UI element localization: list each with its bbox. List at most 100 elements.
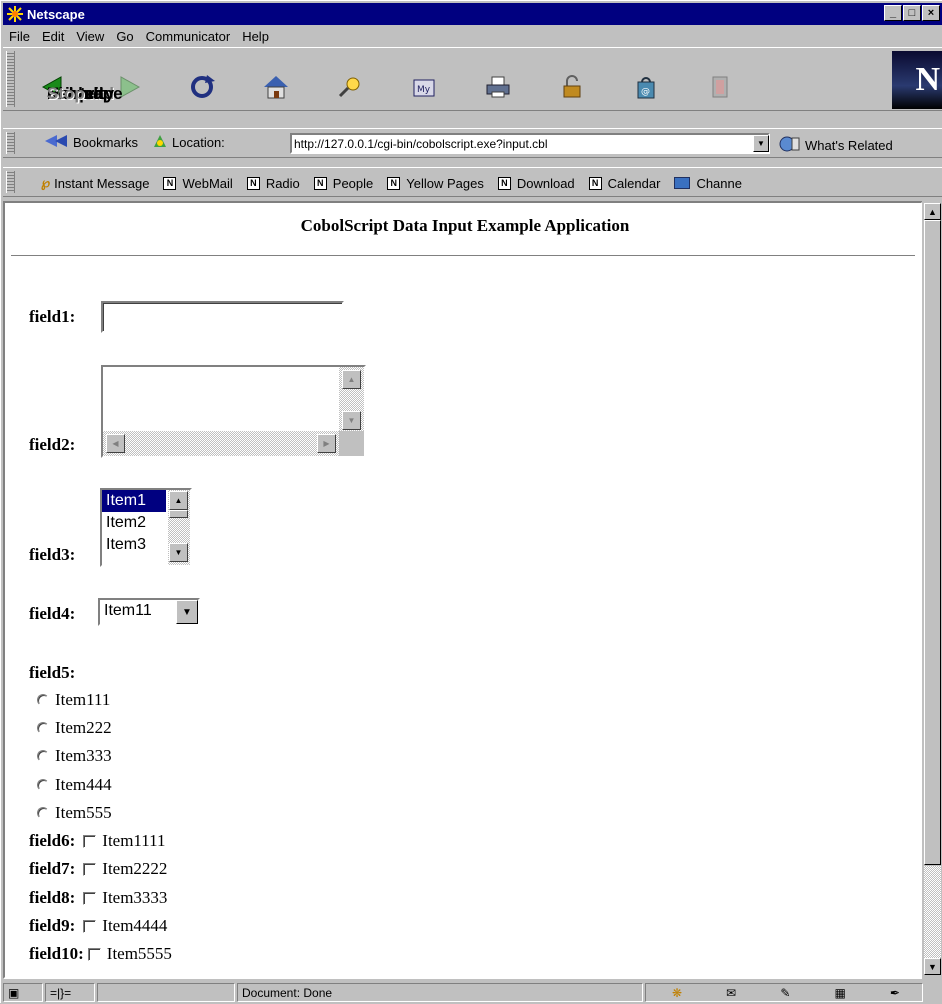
radio-label: Item333: [55, 746, 112, 765]
bookmark-page-icon: N: [387, 176, 401, 190]
channels-button[interactable]: Channe: [674, 175, 742, 191]
home-button[interactable]: Home: [47, 54, 307, 108]
field2-textarea[interactable]: ▲ ▼ ◀ ▶: [101, 365, 366, 458]
field1-label: field1:: [29, 307, 76, 326]
maximize-button[interactable]: □: [903, 5, 921, 21]
menu-file[interactable]: File: [3, 29, 36, 44]
scroll-up-icon[interactable]: ▲: [342, 370, 361, 389]
svg-text:My: My: [417, 85, 431, 95]
page-vertical-scrollbar[interactable]: ▲ ▼: [922, 201, 942, 979]
bookmark-page-icon: N: [163, 176, 177, 190]
radio-label: Item555: [55, 803, 112, 822]
field6-checkbox[interactable]: [83, 834, 97, 848]
field9-label: field9:: [29, 916, 76, 935]
url-field[interactable]: http://127.0.0.1/cgi-bin/cobolscript.exe…: [290, 133, 770, 154]
instant-message-button[interactable]: ℘ Instant Message: [41, 175, 149, 191]
field10-label: field10:: [29, 944, 84, 963]
netscape-button[interactable]: My Netscape: [47, 54, 455, 108]
scroll-track[interactable]: [924, 866, 941, 958]
reload-button[interactable]: Reload: [47, 54, 233, 108]
toolbar-grip[interactable]: [6, 171, 15, 193]
print-button[interactable]: Print: [47, 54, 529, 108]
people-label: People: [332, 175, 374, 191]
field8-checkbox[interactable]: [83, 891, 97, 905]
search-button[interactable]: Search: [47, 54, 381, 108]
menu-view[interactable]: View: [70, 29, 110, 44]
field8-label: field8:: [29, 888, 76, 907]
calendar-label: Calendar: [607, 175, 661, 191]
menu-edit[interactable]: Edit: [36, 29, 70, 44]
field9-row: field9: Item4444: [29, 916, 167, 936]
field5-radio-item222[interactable]: Item222: [37, 718, 112, 738]
scroll-thumb[interactable]: [924, 220, 941, 865]
yellow-pages-button[interactable]: N Yellow Pages: [387, 175, 484, 191]
field1-text-input[interactable]: [101, 301, 344, 333]
menu-bar: File Edit View Go Communicator Help: [3, 26, 942, 46]
status-bar: ▣ =|}= Document: Done ❋ ✉ ✎ ▦ ✒: [3, 981, 942, 1004]
navigator-icon[interactable]: ❋: [672, 986, 682, 1000]
netscape-logo[interactable]: N: [892, 51, 942, 109]
person-icon: ℘: [41, 175, 51, 190]
security-button[interactable]: Security: [47, 54, 603, 108]
radio-button-link[interactable]: N Radio: [246, 175, 300, 191]
browser-window: Netscape _ □ × File Edit View Go Communi…: [0, 0, 942, 1004]
composer-icon[interactable]: ✎: [780, 986, 790, 1000]
webmail-button[interactable]: N WebMail: [163, 175, 233, 191]
field6-label: field6:: [29, 831, 76, 850]
field7-checkbox[interactable]: [83, 862, 97, 876]
bookmarks-button[interactable]: Bookmarks: [73, 135, 138, 150]
scroll-down-icon[interactable]: ▼: [342, 411, 361, 430]
yellow-pages-label: Yellow Pages: [406, 175, 484, 191]
checkbox-label: Item4444: [102, 916, 168, 935]
status-text: Document: Done: [237, 983, 643, 1002]
field8-row: field8: Item3333: [29, 888, 167, 908]
scroll-up-icon[interactable]: ▲: [924, 203, 941, 220]
toolbar-grip[interactable]: [6, 132, 15, 154]
field5-radio-item111[interactable]: Item111: [37, 690, 110, 710]
chevron-down-icon[interactable]: ▼: [176, 600, 198, 624]
shop-button[interactable]: @ Shop: [47, 54, 677, 108]
field5-radio-item444[interactable]: Item444: [37, 775, 112, 795]
textarea-vertical-scrollbar[interactable]: ▲ ▼: [339, 367, 364, 434]
minimize-button[interactable]: _: [884, 5, 902, 21]
download-label: Download: [516, 175, 575, 191]
scrollbar-corner: [339, 431, 364, 456]
navigation-toolbar: Back Forward Reload Home Search My Netsc…: [3, 47, 942, 111]
security-lock-icon[interactable]: ▣: [3, 983, 43, 1002]
field9-checkbox[interactable]: [83, 919, 97, 933]
url-dropdown-button[interactable]: ▼: [753, 135, 769, 152]
calendar-button[interactable]: N Calendar: [588, 175, 661, 191]
toolbar-grip[interactable]: [6, 51, 15, 107]
field5-radio-item555[interactable]: Item555: [37, 803, 112, 823]
stop-button[interactable]: Stop: [47, 54, 751, 108]
scroll-right-icon[interactable]: ▶: [317, 434, 336, 453]
menu-help[interactable]: Help: [236, 29, 275, 44]
field3-listbox[interactable]: Item1 Item2 Item3 ▲ ▼: [100, 488, 192, 567]
pen-icon[interactable]: ✒: [890, 986, 900, 1000]
listbox-scrollbar[interactable]: ▲ ▼: [168, 490, 190, 565]
menu-communicator[interactable]: Communicator: [140, 29, 237, 44]
stop-icon: [706, 74, 734, 100]
scroll-left-icon[interactable]: ◀: [106, 434, 125, 453]
field4-select[interactable]: Item11 ▼: [98, 598, 200, 626]
scroll-thumb[interactable]: [169, 510, 188, 518]
menu-go[interactable]: Go: [110, 29, 139, 44]
list-option[interactable]: Item3: [102, 534, 166, 556]
list-option[interactable]: Item1: [102, 490, 166, 512]
lock-icon: [558, 74, 586, 100]
field5-radio-item333[interactable]: Item333: [37, 746, 112, 766]
close-button[interactable]: ×: [922, 5, 940, 21]
svg-text:@: @: [641, 87, 650, 97]
horizontal-rule: [11, 255, 915, 257]
mail-icon[interactable]: ✉: [726, 986, 736, 1000]
download-button[interactable]: N Download: [497, 175, 575, 191]
whats-related-button[interactable]: What's Related: [779, 136, 893, 155]
scroll-down-icon[interactable]: ▼: [169, 543, 188, 562]
list-option[interactable]: Item2: [102, 512, 166, 534]
address-book-icon[interactable]: ▦: [834, 986, 845, 1000]
scroll-up-icon[interactable]: ▲: [169, 491, 188, 510]
scroll-down-icon[interactable]: ▼: [924, 958, 941, 975]
people-button[interactable]: N People: [313, 175, 374, 191]
textarea-horizontal-scrollbar[interactable]: ◀ ▶: [103, 431, 339, 456]
field10-checkbox[interactable]: [87, 947, 101, 961]
